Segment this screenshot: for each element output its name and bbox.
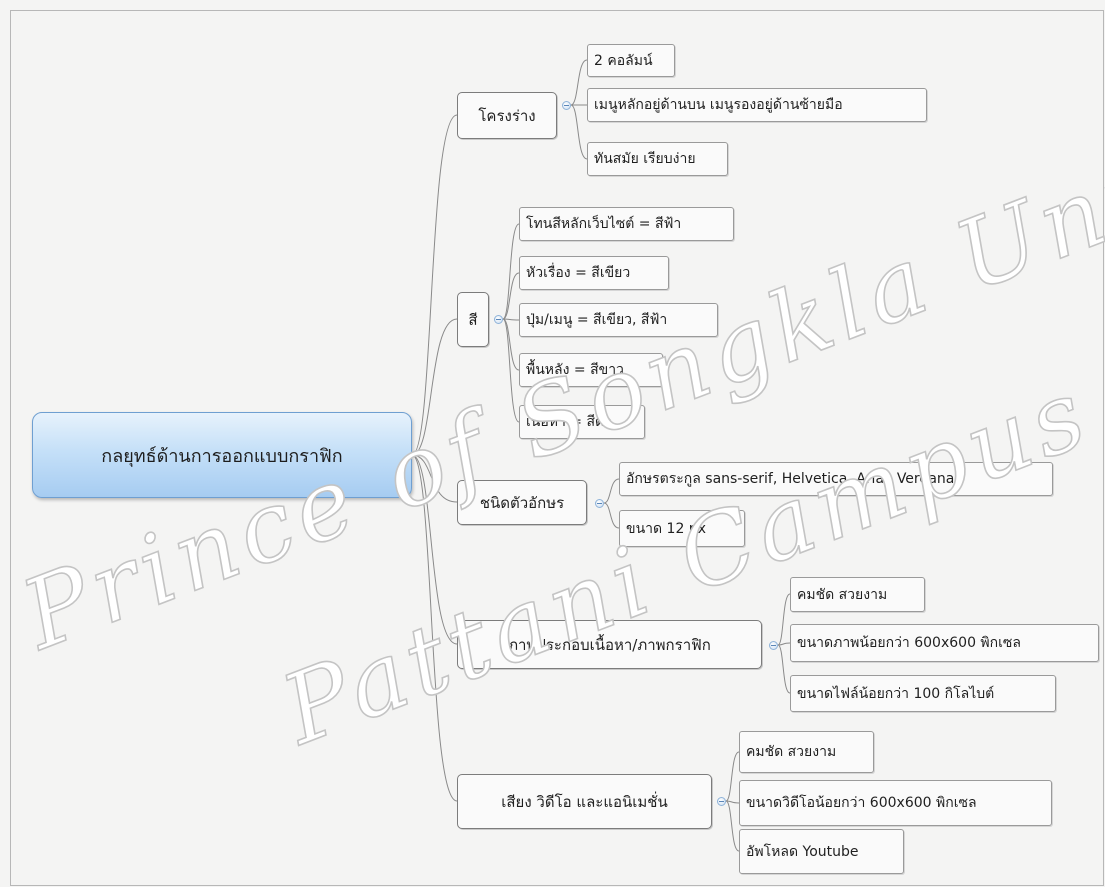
branch-label: โครงร่าง <box>478 106 536 125</box>
leaf-font-family[interactable]: อักษรตระกูล sans-serif, Helvetica, Arial… <box>619 462 1053 496</box>
leaf-label: หัวเรื่อง = สีเขียว <box>526 265 631 281</box>
collapse-toggle-icon[interactable] <box>717 797 726 806</box>
leaf-connector <box>603 502 620 529</box>
leaf-label: เมนูหลักอยู่ด้านบน เมนูรองอยู่ด้านซ้ายมื… <box>594 97 843 113</box>
collapse-toggle-icon[interactable] <box>769 641 778 650</box>
leaf-label: ขนาดวิดีโอน้อยกว่า 600x600 พิกเซล <box>746 795 977 811</box>
leaf-button-color[interactable]: ปุ่ม/เมนู = สีเขียว, สีฟ้า <box>519 303 718 337</box>
branch-label: เสียง วิดีโอ และแอนิเมชั่น <box>501 792 668 811</box>
branch-connector <box>411 454 458 802</box>
leaf-label: ปุ่ม/เมนู = สีเขียว, สีฟ้า <box>526 312 668 328</box>
leaf-connector <box>502 272 520 320</box>
mindmap-canvas: กลยุทธ์ด้านการออกแบบกราฟิก โครงร่าง 2 คอ… <box>0 0 1105 887</box>
leaf-connector <box>570 59 588 106</box>
leaf-label: ทันสมัย เรียบง่าย <box>594 151 696 167</box>
branch-label: สี <box>468 310 478 329</box>
leaf-connector <box>603 478 620 504</box>
leaf-two-columns[interactable]: 2 คอลัมน์ <box>587 44 675 77</box>
branch-connector <box>411 114 458 456</box>
leaf-label: ขนาดไฟล์น้อยกว่า 100 กิโลไบต์ <box>797 685 995 702</box>
branch-layout[interactable]: โครงร่าง <box>457 92 557 139</box>
branch-label: ชนิดตัวอักษร <box>479 493 565 512</box>
collapse-toggle-icon[interactable] <box>562 101 571 110</box>
leaf-modern-simple[interactable]: ทันสมัย เรียบง่าย <box>587 142 728 176</box>
branch-color[interactable]: สี <box>457 292 489 347</box>
leaf-connector <box>570 104 588 160</box>
leaf-image-filesize[interactable]: ขนาดไฟล์น้อยกว่า 100 กิโลไบต์ <box>790 675 1056 712</box>
leaf-font-size[interactable]: ขนาด 12 px <box>619 510 745 547</box>
leaf-image-dimensions[interactable]: ขนาดภาพน้อยกว่า 600x600 พิกเซล <box>790 624 1099 662</box>
leaf-label: คมชัด สวยงาม <box>797 586 888 603</box>
leaf-label: เนื้อหา = สีดำ <box>526 414 612 430</box>
branch-font[interactable]: ชนิดตัวอักษร <box>457 480 587 525</box>
leaf-connector <box>725 751 740 802</box>
collapse-toggle-icon[interactable] <box>494 315 503 324</box>
central-topic-label: กลยุทธ์ด้านการออกแบบกราฟิก <box>101 445 343 467</box>
leaf-image-sharp[interactable]: คมชัด สวยงาม <box>790 577 925 612</box>
leaf-heading-color[interactable]: หัวเรื่อง = สีเขียว <box>519 256 669 290</box>
leaf-main-color[interactable]: โทนสีหลักเว็บไซต์ = สีฟ้า <box>519 207 734 241</box>
central-topic[interactable]: กลยุทธ์ด้านการออกแบบกราฟิก <box>32 412 412 498</box>
leaf-label: 2 คอลัมน์ <box>594 52 653 69</box>
collapse-toggle-icon[interactable] <box>595 499 604 508</box>
leaf-connector <box>777 593 791 646</box>
leaf-connector <box>502 223 520 320</box>
leaf-label: ขนาด 12 px <box>626 520 706 537</box>
leaf-label: อักษรตระกูล sans-serif, Helvetica, Arial… <box>626 471 955 487</box>
branch-label: ภาพประกอบเนื้อหา/ภาพกราฟิก <box>508 635 711 654</box>
leaf-connector <box>777 644 791 694</box>
branch-images[interactable]: ภาพประกอบเนื้อหา/ภาพกราฟิก <box>457 620 762 669</box>
leaf-label: พื้นหลัง = สีขาว <box>526 362 624 378</box>
branch-media[interactable]: เสียง วิดีโอ และแอนิเมชั่น <box>457 774 712 829</box>
leaf-connector <box>502 318 520 321</box>
leaf-connector <box>502 318 520 423</box>
leaf-label: โทนสีหลักเว็บไซต์ = สีฟ้า <box>526 216 682 232</box>
leaf-background-color[interactable]: พื้นหลัง = สีขาว <box>519 353 663 387</box>
leaf-label: คมชัด สวยงาม <box>746 744 837 760</box>
leaf-media-sharp[interactable]: คมชัด สวยงาม <box>739 731 874 773</box>
leaf-menu-position[interactable]: เมนูหลักอยู่ด้านบน เมนูรองอยู่ด้านซ้ายมื… <box>587 88 927 122</box>
branch-connector <box>411 318 458 456</box>
leaf-connector <box>725 800 740 852</box>
leaf-video-dimensions[interactable]: ขนาดวิดีโอน้อยกว่า 600x600 พิกเซล <box>739 780 1052 826</box>
leaf-connector <box>502 318 520 371</box>
leaf-label: อัพโหลด Youtube <box>746 843 859 860</box>
leaf-label: ขนาดภาพน้อยกว่า 600x600 พิกเซล <box>797 635 1021 651</box>
leaf-upload-youtube[interactable]: อัพโหลด Youtube <box>739 829 904 874</box>
leaf-content-color[interactable]: เนื้อหา = สีดำ <box>519 405 645 439</box>
